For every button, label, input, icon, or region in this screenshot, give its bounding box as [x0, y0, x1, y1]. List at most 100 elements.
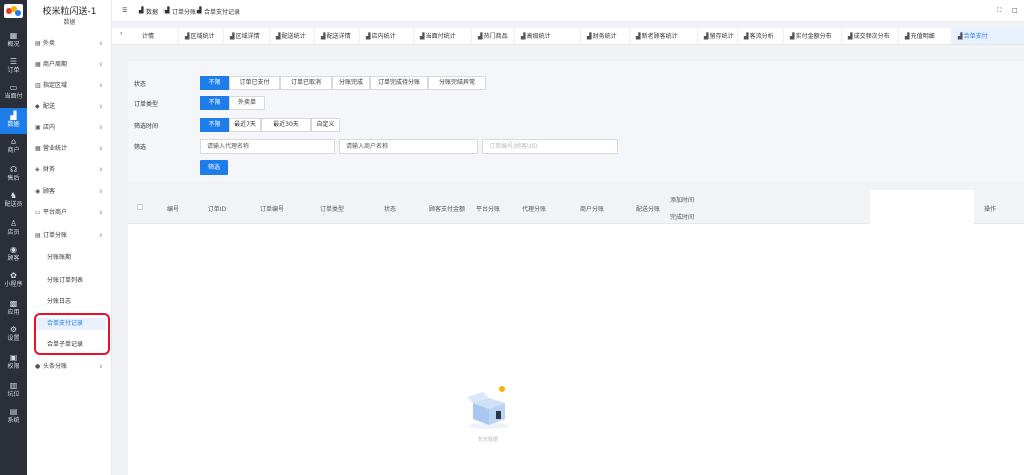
rail-item-label: 订单	[7, 67, 20, 74]
tab-label: 计情	[142, 33, 155, 40]
rail-item-order[interactable]: ☰ 订单	[0, 54, 27, 80]
filter-option-status-2[interactable]: 订单已取消	[280, 76, 332, 90]
sidebar-item-label: 订单分账	[43, 232, 68, 239]
tab-5[interactable]: ▟店内统计	[360, 28, 414, 44]
tab-14[interactable]: ▟成交频次分布	[842, 28, 899, 44]
tab-chart-icon: ▟	[704, 33, 709, 40]
tab-chart-icon: ▟	[905, 33, 910, 40]
filter-option-time-2[interactable]: 最近30天	[261, 118, 311, 132]
filter-option-order_type-0[interactable]: 不限	[200, 96, 229, 110]
sidebar-item-0[interactable]: ▤ 外卖 ∨	[35, 38, 105, 50]
rail-item-dashboard[interactable]: ▦ 概况	[0, 28, 27, 54]
chevron-down-icon: ∨	[98, 124, 103, 131]
rail-item-settings[interactable]: ⚙ 设置	[0, 322, 27, 348]
rail-item-staff[interactable]: ♙ 店员	[0, 216, 27, 242]
filter-option-time-1[interactable]: 最近7天	[229, 118, 261, 132]
rail-item-customer[interactable]: ◉ 顾客	[0, 242, 27, 268]
breadcrumb-0[interactable]: 数据	[146, 7, 158, 16]
filter-option-status-3[interactable]: 分账完成	[332, 76, 370, 90]
rail-item-miniapp[interactable]: ✿ 小程序	[0, 268, 27, 294]
tab-chart-icon: ▟	[185, 33, 190, 40]
sidebar-item-5[interactable]: ▦ 营业统计 ∨	[35, 143, 105, 155]
sidebar-item-9[interactable]: ▤ 订单分账 ∧	[35, 230, 105, 242]
column-header-3: 订单类型	[319, 206, 345, 213]
customer-icon: ◉	[10, 245, 17, 254]
menu-toggle-icon[interactable]: ☰	[122, 7, 127, 14]
filter-option-status-0[interactable]: 不限	[200, 76, 229, 90]
tab-scroll-prev[interactable]: ‹	[116, 28, 122, 42]
sidebar-item-4[interactable]: ▣ 店内 ∨	[35, 122, 105, 134]
rail-item-slot[interactable]: ▥ 坑位	[0, 378, 27, 404]
column-header-2: 订单编号	[259, 206, 285, 213]
filter-option-status-4[interactable]: 订单完成待分账	[370, 76, 428, 90]
rail-item-label: 概况	[7, 41, 20, 48]
fullscreen-icon[interactable]: ⛶	[997, 7, 1001, 15]
filter-option-order_type-1[interactable]: 外卖单	[229, 96, 265, 110]
rail-item-courier[interactable]: ♞ 配送员	[0, 188, 27, 214]
filter-submit-button[interactable]: 筛选	[200, 160, 228, 175]
main-nav-rail: ▦ 概况 ☰ 订单 ▭ 当面付 ▟ 数据 ⌂ 商户 ☊ 售后 ♞ 配送员 ♙ 店员 ◉ 顾客 ✿ 小程序 ▩ 应用 ⚙ 设置 ▣…	[0, 0, 27, 475]
tab-8[interactable]: ▟高级统计	[515, 28, 581, 44]
sidebar-item-3[interactable]: ◆ 配送 ∨	[35, 101, 105, 113]
breadcrumb-2[interactable]: 合单支付记录	[204, 7, 240, 16]
filter-option-time-0[interactable]: 不限	[200, 118, 229, 132]
rail-item-headset[interactable]: ☊ 售后	[0, 162, 27, 188]
sidebar-item-6[interactable]: ◈ 财务 ∨	[35, 164, 105, 176]
sidebar-item-label: 营业统计	[43, 145, 68, 152]
sidebar-item-2[interactable]: ▥ 指定区域 ∨	[35, 80, 105, 92]
filter-option-status-1[interactable]: 订单已支付	[229, 76, 280, 90]
pay-icon: ▭	[9, 83, 18, 92]
sidebar-item-toutiao[interactable]: ● 头条分账 ∨	[35, 361, 105, 373]
tab-0[interactable]: 计情	[136, 28, 179, 44]
tab-2[interactable]: ▟区域详情	[224, 28, 270, 44]
page-icon: ▟	[197, 7, 202, 14]
tab-label: 实付金额分布	[795, 33, 832, 40]
takeout-icon: ▤	[35, 40, 41, 47]
tab-13[interactable]: ▟实付金额分布	[784, 28, 842, 44]
rail-item-pay[interactable]: ▭ 当面付	[0, 80, 27, 106]
sidebar-item-8[interactable]: ▭ 平台商户 ∨	[35, 207, 105, 219]
tab-7[interactable]: ▟热门商品	[472, 28, 515, 44]
rail-item-label: 权限	[7, 363, 20, 370]
rail-item-lock[interactable]: ▣ 权限	[0, 350, 27, 376]
tab-16[interactable]: ▟合单支付	[952, 28, 1024, 44]
filter-option-status-5[interactable]: 分账完结异常	[428, 76, 486, 90]
rail-item-label: 数据	[7, 121, 20, 128]
order-search-input[interactable]: 订单编号/顾客UID	[482, 139, 618, 154]
tab-3[interactable]: ▟配送统计	[270, 28, 315, 44]
toutiao-icon: ●	[35, 363, 41, 370]
tab-12[interactable]: ▟客流分析	[738, 28, 784, 44]
sidebar-item-1[interactable]: ▦ 商户周期 ∨	[35, 59, 105, 71]
breadcrumb-1[interactable]: 订单分账	[172, 7, 196, 16]
settings-icon: ⚙	[9, 325, 18, 334]
app-subtitle: 数据	[63, 19, 76, 26]
rail-item-chart[interactable]: ▟ 数据	[0, 108, 27, 134]
filter-option-time-3[interactable]: 自定义	[311, 118, 340, 132]
rail-item-system[interactable]: ▤ 系统	[0, 404, 27, 430]
column-header-4: 状态	[383, 206, 397, 213]
tab-10[interactable]: ▟新老顾客统计	[630, 28, 698, 44]
rail-item-store[interactable]: ⌂ 商户	[0, 134, 27, 160]
sidebar-item-7[interactable]: ◉ 顾客 ∨	[35, 186, 105, 198]
tab-11[interactable]: ▟留存统计	[698, 28, 738, 44]
column-header-5: 顾客支付金额	[428, 206, 466, 213]
sidebar-subitem-2[interactable]: 分账日志	[47, 296, 107, 308]
tab-4[interactable]: ▟配送详情	[315, 28, 360, 44]
merchant-name-input[interactable]: 请输入商户名称	[339, 139, 478, 154]
system-icon: ▤	[9, 407, 18, 416]
window-icon[interactable]: □	[1012, 7, 1018, 14]
store-cycle-icon: ▦	[35, 61, 41, 68]
tab-label: 配送详情	[326, 33, 351, 40]
tab-9[interactable]: ▟财务统计	[581, 28, 630, 44]
agent-name-input[interactable]: 请输入代理名称	[200, 139, 335, 154]
column-header-0: 编号	[166, 206, 180, 213]
rail-item-apps[interactable]: ▩ 应用	[0, 296, 27, 322]
filter-panel: 状态 不限 订单已支付 订单已取消 分账完成 订单完成待分账 分账完结异常 订单类型 不限 外卖单…	[128, 61, 1024, 181]
sidebar-subitem-0[interactable]: 分账账期	[47, 252, 107, 264]
sidebar-subitem-1[interactable]: 分账订单列表	[47, 275, 107, 287]
tab-6[interactable]: ▟当面付统计	[414, 28, 472, 44]
tab-15[interactable]: ▟充值明细	[899, 28, 952, 44]
merchant-icon: ▭	[35, 209, 41, 216]
tab-1[interactable]: ▟区域统计	[179, 28, 224, 44]
select-all-checkbox[interactable]	[137, 204, 143, 210]
